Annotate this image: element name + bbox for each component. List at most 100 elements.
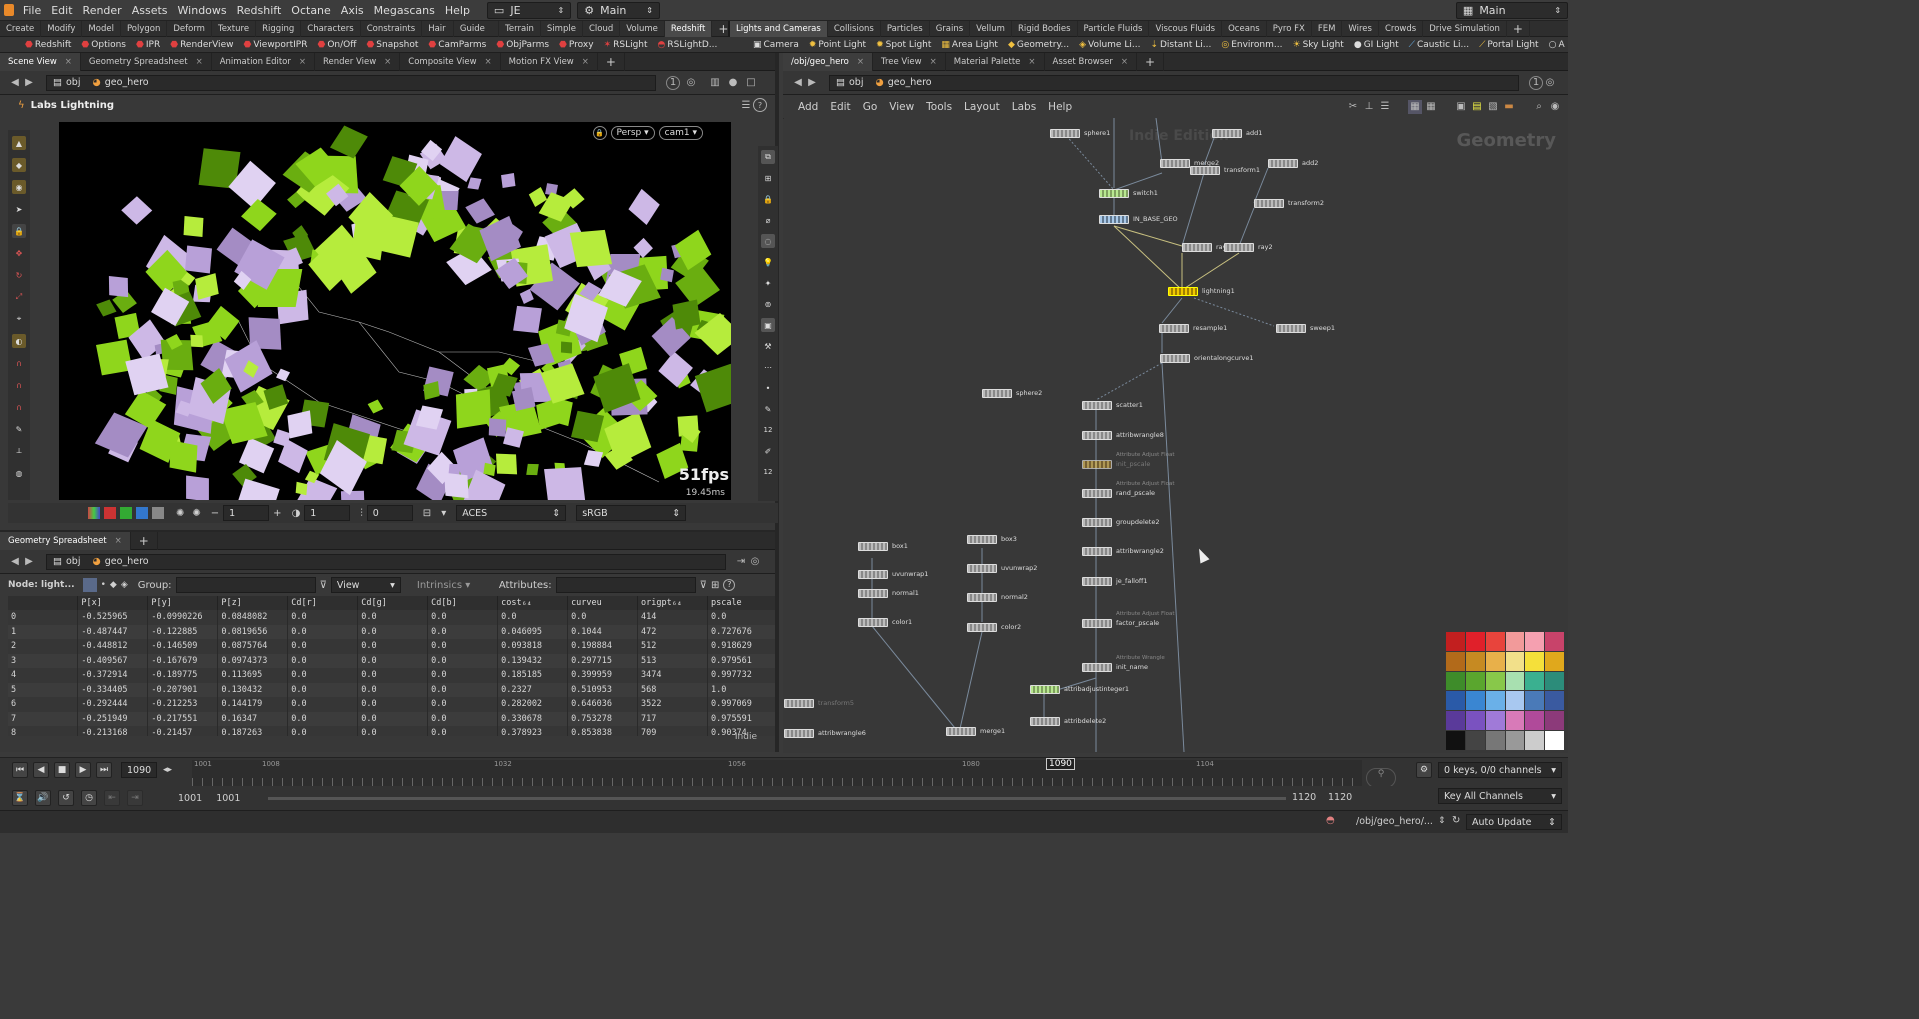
shelf-tab-wires[interactable]: Wires (1342, 20, 1379, 37)
shelf-tab-volume[interactable]: Volume (620, 20, 665, 37)
minus-icon[interactable]: − (211, 508, 219, 519)
path-field[interactable]: ▤ obj ◕ geo_hero (46, 553, 726, 570)
close-icon[interactable]: × (299, 57, 306, 67)
brush-icon[interactable]: ✎ (12, 422, 26, 436)
column-header[interactable]: P[y] (147, 596, 219, 610)
tool-area-light[interactable]: ▦ Area Light (936, 40, 1003, 50)
palette-swatch[interactable] (1505, 711, 1525, 731)
palette-swatch[interactable] (1545, 691, 1564, 711)
node-sphere1[interactable]: sphere1 (1050, 128, 1110, 138)
vertices-icon[interactable]: • (101, 580, 106, 590)
link-icon[interactable]: ◎ (1543, 76, 1557, 90)
box-icon[interactable]: ▬ (1502, 100, 1516, 114)
shelf-tab-modify[interactable]: Modify (41, 20, 83, 37)
status-path[interactable]: /obj/geo_hero/... (1356, 816, 1433, 827)
tab-geometry-spreadsheet[interactable]: Geometry Spreadsheet × (81, 52, 212, 71)
tool-options[interactable]: ⬣ Options (76, 40, 131, 50)
node-box[interactable] (967, 592, 997, 602)
dots-icon[interactable]: ⋯ (761, 360, 775, 374)
palette-swatch[interactable] (1485, 691, 1505, 711)
persp-button[interactable]: 🔒 Persp ▾ cam1 ▾ (592, 126, 703, 140)
point-icon[interactable]: • (761, 381, 775, 395)
palette-swatch[interactable] (1505, 731, 1525, 750)
key-next-icon[interactable]: ⇥ (127, 790, 143, 806)
node-uvunwrap2[interactable]: uvunwrap2 (967, 563, 1037, 573)
move-icon[interactable]: ✥ (12, 246, 26, 260)
network-menu-add[interactable]: Add (793, 101, 823, 113)
tool-renderview[interactable]: ⬣ RenderView (165, 40, 238, 50)
audio-icon[interactable]: 🔊 (35, 790, 51, 806)
tool-camera[interactable]: ▣ Camera (748, 40, 804, 50)
contrast-icon[interactable]: ◑ (292, 508, 301, 519)
help-icon[interactable]: ? (723, 579, 736, 591)
search-icon[interactable]: ⌕ (1532, 100, 1546, 114)
axis-icon[interactable]: ⟂ (12, 444, 26, 458)
palette-swatch[interactable] (1525, 711, 1545, 731)
stop-icon[interactable]: ■ (54, 762, 70, 778)
close-icon[interactable]: × (582, 57, 589, 67)
ocio-select[interactable]: ACES ⇕ (456, 505, 567, 521)
auto-update-select[interactable]: Auto Update ⇕ (1466, 814, 1562, 830)
table-row[interactable]: 1 -0.487447 -0.122885 0.0819656 0.0 0.0 0.0 0.0… (8, 624, 775, 639)
network-menu-edit[interactable]: Edit (825, 101, 855, 113)
channel-green-icon[interactable] (120, 507, 132, 519)
tool-proxy[interactable]: ⬣ Proxy (554, 40, 599, 50)
channel-red-icon[interactable] (104, 507, 116, 519)
network-menu-help[interactable]: Help (1043, 101, 1077, 113)
palette-swatch[interactable] (1525, 731, 1545, 750)
node-attribwrangle8[interactable]: attribwrangle8 (1082, 430, 1164, 440)
shelf-tab-redshift[interactable]: Redshift (664, 20, 713, 37)
clock-icon[interactable]: ◷ (81, 790, 97, 806)
tool-camparms[interactable]: ⬣ CamParms (423, 40, 491, 50)
close-icon[interactable]: × (930, 57, 937, 67)
node-box[interactable] (1082, 618, 1112, 628)
paint-icon[interactable]: ✐ (761, 444, 775, 458)
shelf-tab-drive-simulation[interactable]: Drive Simulation (1423, 20, 1507, 37)
palette-swatch[interactable] (1505, 632, 1525, 651)
tool-redshift[interactable]: ⬣ Redshift (20, 40, 76, 50)
range-end-2[interactable]: 1120 (1328, 792, 1352, 803)
brain-icon[interactable]: ◓ (1326, 815, 1335, 826)
node-normal2[interactable]: normal2 (967, 592, 1028, 602)
palette-swatch[interactable] (1465, 731, 1485, 750)
range-start[interactable]: 1001 (178, 793, 202, 804)
shelf-tab-rigid-bodies[interactable]: Rigid Bodies (1012, 20, 1078, 37)
node-color2[interactable]: color2 (967, 622, 1021, 632)
lut-arrow-icon[interactable]: ▾ (441, 508, 446, 519)
tool-snapshot[interactable]: ⬣ Snapshot (361, 40, 423, 50)
display-points-icon[interactable]: ◌ (761, 234, 775, 248)
node-box[interactable] (784, 728, 814, 738)
loop-icon[interactable]: ↺ (58, 790, 74, 806)
node-rand_pscale[interactable]: rand_pscale Attribute Adjust Float (1082, 481, 1175, 498)
palette-swatch[interactable] (1545, 711, 1564, 731)
range-start-2[interactable]: 1001 (216, 793, 240, 804)
table-row[interactable]: 0 -0.525965 -0.0990226 0.0848082 0.0 0.0 0.0 0.… (8, 610, 775, 625)
node-lightning1[interactable]: lightning1 (1168, 286, 1235, 296)
tool-portal-light[interactable]: ⟋ Portal Light (1474, 40, 1544, 50)
shelf-tab-texture[interactable]: Texture (212, 20, 257, 37)
add-tab-button[interactable]: + (1137, 52, 1165, 71)
intrinsics-dropdown[interactable]: Intrinsics ▾ (405, 580, 495, 591)
node-sphere2[interactable]: sphere2 (982, 388, 1042, 398)
node-je_falloff1[interactable]: je_falloff1 (1082, 576, 1148, 586)
tab-animation-editor[interactable]: Animation Editor × (212, 52, 316, 71)
palette-swatch[interactable] (1465, 671, 1485, 691)
node-box[interactable] (858, 569, 888, 579)
palette-swatch[interactable] (1465, 711, 1485, 731)
node-box[interactable] (1182, 242, 1212, 252)
palette-swatch[interactable] (1485, 632, 1505, 651)
node-box[interactable] (784, 698, 814, 708)
menu-axis[interactable]: Axis (336, 4, 369, 17)
node-sweep1[interactable]: sweep1 (1276, 323, 1335, 333)
lut-icon[interactable]: ⊟ (423, 508, 431, 519)
pen-icon[interactable]: ✎ (761, 402, 775, 416)
tool-environment-light[interactable]: ◎ Environm... (1216, 40, 1287, 50)
link-icon[interactable]: ◎ (748, 555, 762, 569)
node-box[interactable] (1082, 546, 1112, 556)
node-box[interactable] (1082, 517, 1112, 527)
network-menu-tools[interactable]: Tools (921, 101, 957, 113)
link-icon[interactable]: ◎ (684, 76, 698, 90)
node-transform1[interactable]: transform1 (1190, 165, 1260, 175)
viewport-options-icon[interactable]: ☰ (739, 98, 753, 112)
menu-megascans[interactable]: Megascans (369, 4, 440, 17)
